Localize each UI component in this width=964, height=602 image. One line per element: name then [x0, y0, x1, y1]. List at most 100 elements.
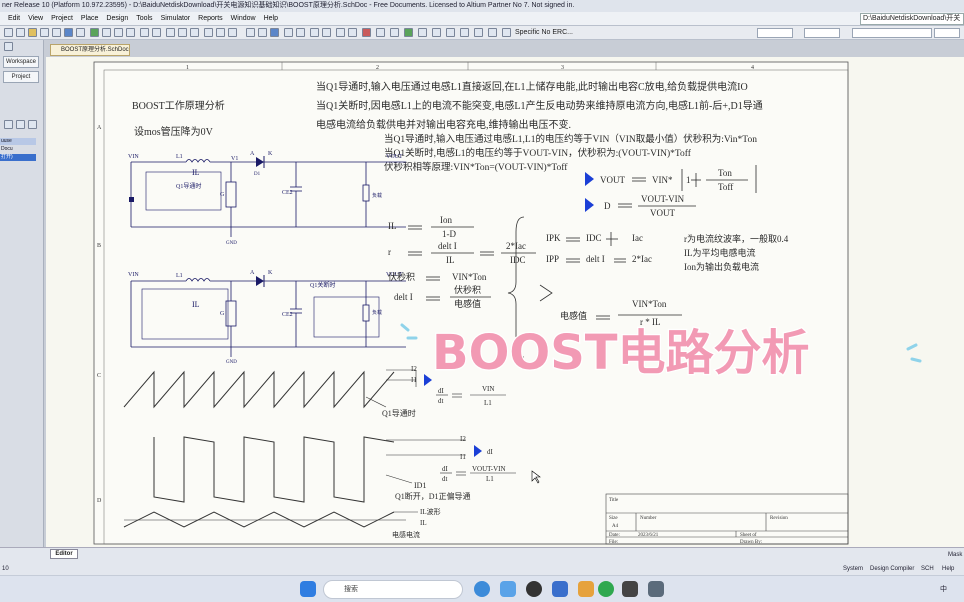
panel-icon-2[interactable]: [4, 120, 13, 129]
eq-vout-den: Toff: [718, 182, 733, 192]
row-letter-b: B: [97, 243, 101, 249]
cut-icon[interactable]: [102, 28, 111, 37]
undo-icon[interactable]: [178, 28, 187, 37]
menu-design[interactable]: Design: [102, 12, 132, 26]
menu-edit[interactable]: Edit: [4, 12, 24, 26]
panel-icon-4[interactable]: [28, 120, 37, 129]
panel-icon-1[interactable]: [4, 42, 13, 51]
tree-item-3[interactable]: 打开): [0, 154, 36, 161]
new-icon[interactable]: [4, 28, 13, 37]
tb-size: Size: [609, 516, 618, 521]
sheet-entry-icon[interactable]: [336, 28, 345, 37]
menu-view[interactable]: View: [24, 12, 47, 26]
browse-icon[interactable]: [228, 28, 237, 37]
save-icon[interactable]: [40, 28, 49, 37]
gnd-port-icon[interactable]: [296, 28, 305, 37]
menu-place[interactable]: Place: [77, 12, 103, 26]
status-help[interactable]: Help: [942, 566, 954, 572]
ellipse-icon[interactable]: [474, 28, 483, 37]
path-field[interactable]: D:\BaiduNetdiskDownload\开关: [860, 13, 964, 25]
wave-i2-a: I2: [411, 365, 417, 373]
taskbar: 搜索 中: [0, 575, 964, 602]
erc-icon[interactable]: [502, 28, 511, 37]
workspace-tab[interactable]: Workspace: [3, 56, 39, 68]
document-tab[interactable]: BOOST原理分析.SchDoc: [50, 44, 130, 56]
menu-help[interactable]: Help: [260, 12, 282, 26]
power-port-icon[interactable]: [284, 28, 293, 37]
status-sch[interactable]: SCH: [921, 566, 934, 572]
eq-di-den: 电感值: [454, 298, 481, 309]
deselect-icon[interactable]: [166, 28, 175, 37]
net-label-icon[interactable]: [270, 28, 279, 37]
compile-icon[interactable]: [216, 28, 225, 37]
toolbar-field-1[interactable]: [757, 28, 793, 38]
para-2: 当Q1关断时,因电感L1上的电流不能突变,电感L1产生反电动势来维持原电流方向,…: [316, 99, 763, 112]
directive-icon[interactable]: [404, 28, 413, 37]
vout-label-on: VOUT: [386, 154, 403, 160]
status-design-compiler[interactable]: Design Compiler: [870, 566, 914, 572]
menu-window[interactable]: Window: [227, 12, 260, 26]
text-icon[interactable]: [390, 28, 399, 37]
app-icon-1[interactable]: [552, 581, 568, 597]
select-icon[interactable]: [140, 28, 149, 37]
toolbar-field-3[interactable]: [852, 28, 932, 38]
tree-item-2[interactable]: Docu: [0, 146, 36, 153]
schematic-canvas[interactable]: 1 2 3 4 A B C D BOOST工作原理分析 设mos管压降为0V 当…: [46, 57, 964, 547]
line-icon[interactable]: [376, 28, 385, 37]
specific-no-erc-label[interactable]: Specific No ERC...: [515, 28, 573, 38]
vin-label-on: VIN: [128, 154, 139, 160]
eq-ipk-a: IDC: [586, 233, 602, 243]
folder-icon-taskbar[interactable]: [578, 581, 594, 597]
toolbar-field-4[interactable]: [934, 28, 960, 38]
status-mask[interactable]: Mask: [948, 552, 962, 558]
sheet-symbol-icon[interactable]: [322, 28, 331, 37]
assumption-text: 设mos管压降为0V: [134, 125, 214, 138]
hierarchy-icon[interactable]: [204, 28, 213, 37]
status-system[interactable]: System: [843, 566, 863, 572]
l1-label-off: L1: [176, 273, 183, 279]
browser-icon[interactable]: [500, 581, 516, 597]
tb-date: Date:: [609, 533, 620, 538]
arc-icon[interactable]: [446, 28, 455, 37]
editor-tab[interactable]: Editor: [50, 549, 78, 559]
port-icon[interactable]: [348, 28, 357, 37]
taskbar-search[interactable]: 搜索: [323, 580, 463, 599]
eq-ipp-a: delt I: [586, 254, 605, 264]
harness-icon[interactable]: [418, 28, 427, 37]
para-4: 当Q1导通时,输入电压通过电感L1,L1的电压约等于VIN（VIN取最小值）伏秒…: [384, 133, 757, 145]
edge-icon[interactable]: [474, 581, 490, 597]
graphic-icon[interactable]: [432, 28, 441, 37]
project-tab[interactable]: Project: [3, 71, 39, 83]
open-icon[interactable]: [16, 28, 25, 37]
zoom-fit-icon[interactable]: [76, 28, 85, 37]
left-panel: Workspace Project uuse Docu 打开): [0, 40, 44, 560]
rect-icon[interactable]: [488, 28, 497, 37]
bus-icon[interactable]: [258, 28, 267, 37]
wave-i1-b: I1: [460, 453, 466, 461]
folder-icon[interactable]: [28, 28, 37, 37]
menu-simulator[interactable]: Simulator: [157, 12, 195, 26]
toolbar-field-2[interactable]: [804, 28, 840, 38]
polygon-icon[interactable]: [460, 28, 469, 37]
paste-icon[interactable]: [126, 28, 135, 37]
zoom-icon[interactable]: [64, 28, 73, 37]
app-icon-4[interactable]: [648, 581, 664, 597]
part-icon[interactable]: [310, 28, 319, 37]
move-icon[interactable]: [152, 28, 161, 37]
panel-icon-3[interactable]: [16, 120, 25, 129]
no-erc-icon[interactable]: [362, 28, 371, 37]
dell-icon[interactable]: [526, 581, 542, 597]
print-icon[interactable]: [52, 28, 61, 37]
tree-item-1[interactable]: uuse: [0, 138, 36, 145]
windows-start-icon[interactable]: [300, 581, 316, 597]
redo-icon[interactable]: [190, 28, 199, 37]
copy-icon[interactable]: [114, 28, 123, 37]
menu-project[interactable]: Project: [47, 12, 77, 26]
menu-reports[interactable]: Reports: [194, 12, 227, 26]
ime-indicator[interactable]: 中: [940, 584, 947, 594]
app-icon-2[interactable]: [598, 581, 614, 597]
cross-probe-icon[interactable]: [90, 28, 99, 37]
menu-tools[interactable]: Tools: [132, 12, 156, 26]
wire-icon[interactable]: [246, 28, 255, 37]
app-icon-3[interactable]: [622, 581, 638, 597]
